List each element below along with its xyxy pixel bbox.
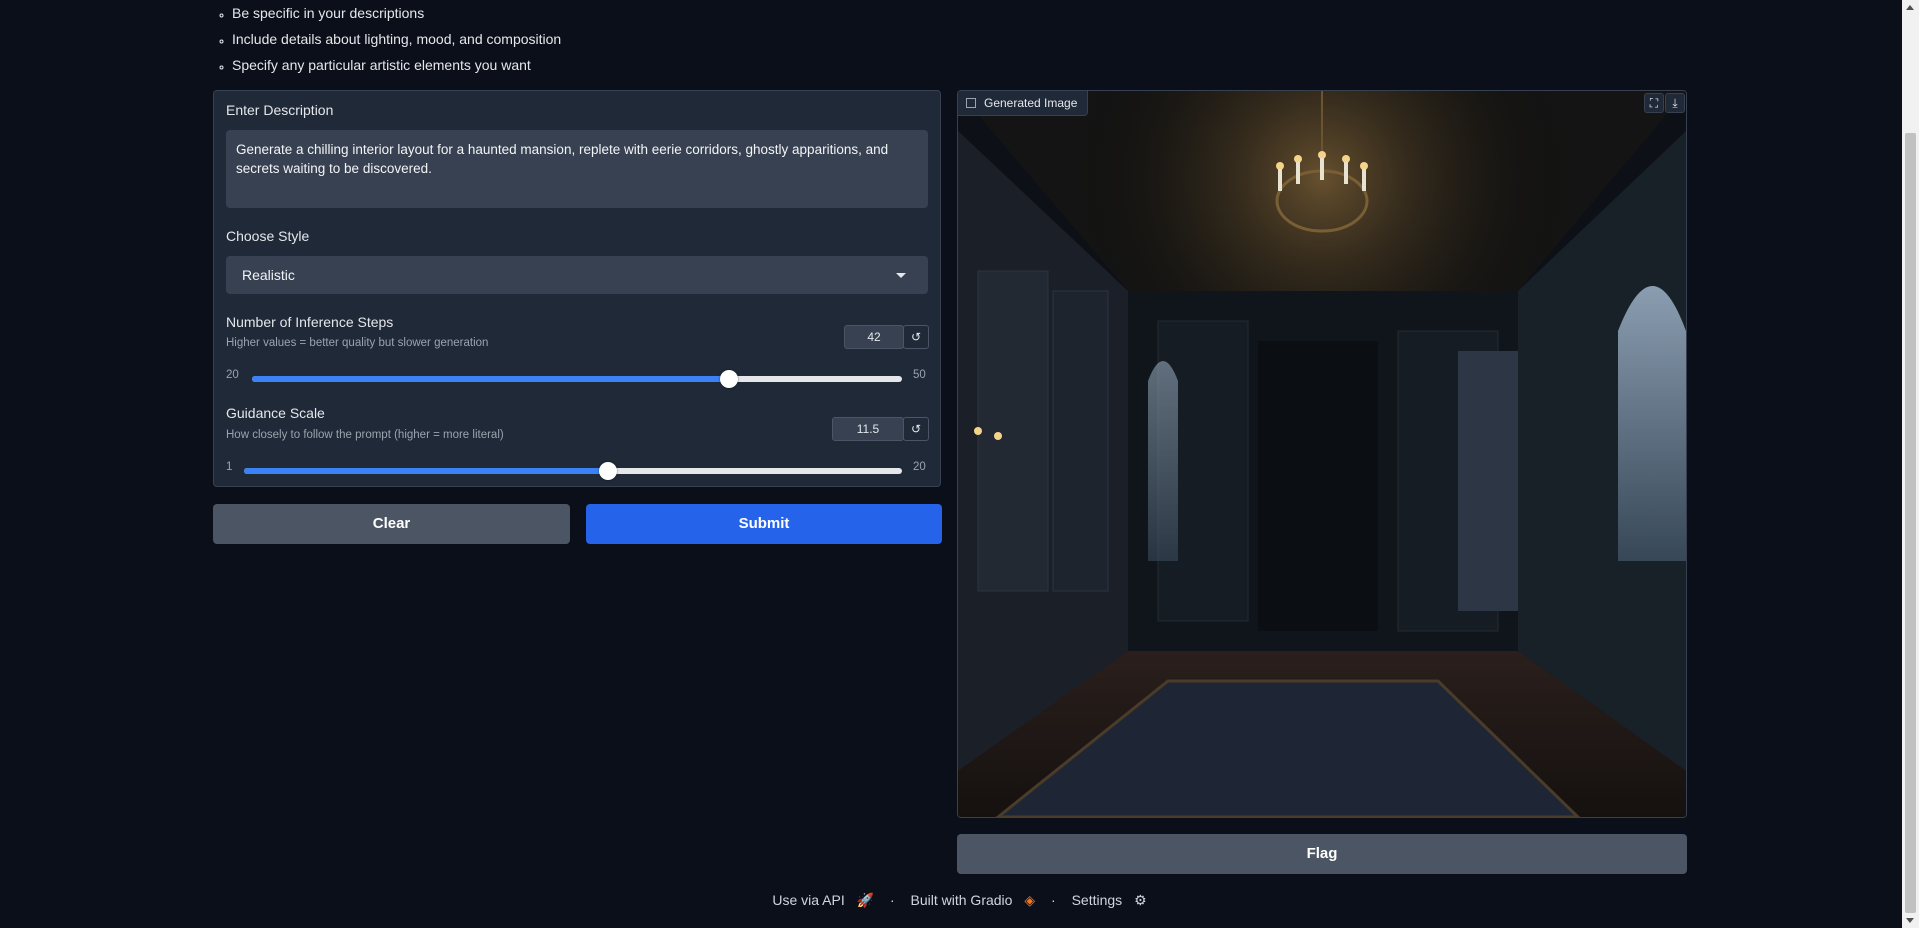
image-icon — [966, 97, 976, 108]
generated-image — [958, 91, 1686, 817]
footer-separator: · — [889, 892, 895, 908]
steps-slider[interactable] — [252, 370, 902, 388]
footer-separator: · — [1051, 892, 1056, 908]
settings-link[interactable]: Settings ⚙ — [1068, 892, 1151, 908]
guidance-info: How closely to follow the prompt (higher… — [226, 429, 504, 441]
guidance-number-input[interactable]: 11.5 — [832, 417, 904, 441]
steps-reset-icon[interactable]: ↺ — [903, 325, 929, 349]
guidance-slider[interactable] — [244, 462, 902, 480]
description-label: Enter Description — [226, 102, 334, 118]
steps-slider-fill — [252, 376, 729, 382]
clear-button[interactable]: Clear — [213, 504, 570, 544]
guidance-slider-thumb[interactable] — [598, 462, 617, 480]
gear-icon: ⚙ — [1134, 892, 1147, 908]
steps-max: 50 — [913, 369, 926, 381]
output-label: Generated Image — [958, 91, 1089, 116]
tips-list: Be specific in your descriptions Include… — [212, 0, 561, 78]
submit-button[interactable]: Submit — [586, 504, 942, 544]
scroll-down-arrow-icon[interactable] — [1906, 918, 1914, 923]
input-panel: Enter Description Generate a chilling in… — [213, 90, 941, 487]
guidance-label: Guidance Scale — [226, 405, 325, 421]
style-dropdown[interactable]: Realistic — [226, 256, 928, 294]
style-label: Choose Style — [226, 228, 310, 244]
scroll-up-arrow-icon[interactable] — [1906, 5, 1914, 10]
tip-item: Specify any particular artistic elements… — [232, 52, 561, 78]
steps-min: 20 — [226, 369, 239, 381]
guidance-max: 20 — [913, 461, 926, 473]
gradio-logo-icon: ◈ — [1024, 892, 1036, 908]
guidance-reset-icon[interactable]: ↺ — [903, 417, 929, 441]
download-icon[interactable]: ⤓ — [1665, 93, 1685, 113]
scrollbar-thumb[interactable] — [1905, 133, 1916, 913]
scrollbar[interactable] — [1902, 0, 1919, 928]
output-image-panel: Generated Image ⛶ ⤓ — [957, 90, 1687, 818]
footer: Use via API 🚀 · Built with Gradio ◈ · Se… — [0, 892, 1919, 909]
tip-item: Be specific in your descriptions — [232, 0, 561, 26]
description-textarea[interactable]: Generate a chilling interior layout for … — [226, 130, 928, 208]
built-with-gradio-link[interactable]: Built with Gradio ◈ — [907, 892, 1040, 908]
rocket-icon: 🚀 — [856, 892, 875, 908]
flag-button[interactable]: Flag — [957, 834, 1687, 874]
style-selected-value: Realistic — [242, 267, 295, 283]
guidance-slider-fill — [244, 468, 608, 474]
chevron-down-icon — [896, 273, 906, 278]
use-api-link[interactable]: Use via API 🚀 — [768, 892, 878, 908]
steps-number-input[interactable]: 42 — [844, 325, 904, 349]
steps-label: Number of Inference Steps — [226, 314, 394, 330]
steps-slider-thumb[interactable] — [719, 370, 738, 388]
guidance-min: 1 — [226, 461, 233, 473]
steps-info: Higher values = better quality but slowe… — [226, 337, 489, 349]
fullscreen-icon[interactable]: ⛶ — [1644, 93, 1664, 113]
tip-item: Include details about lighting, mood, an… — [232, 26, 561, 52]
